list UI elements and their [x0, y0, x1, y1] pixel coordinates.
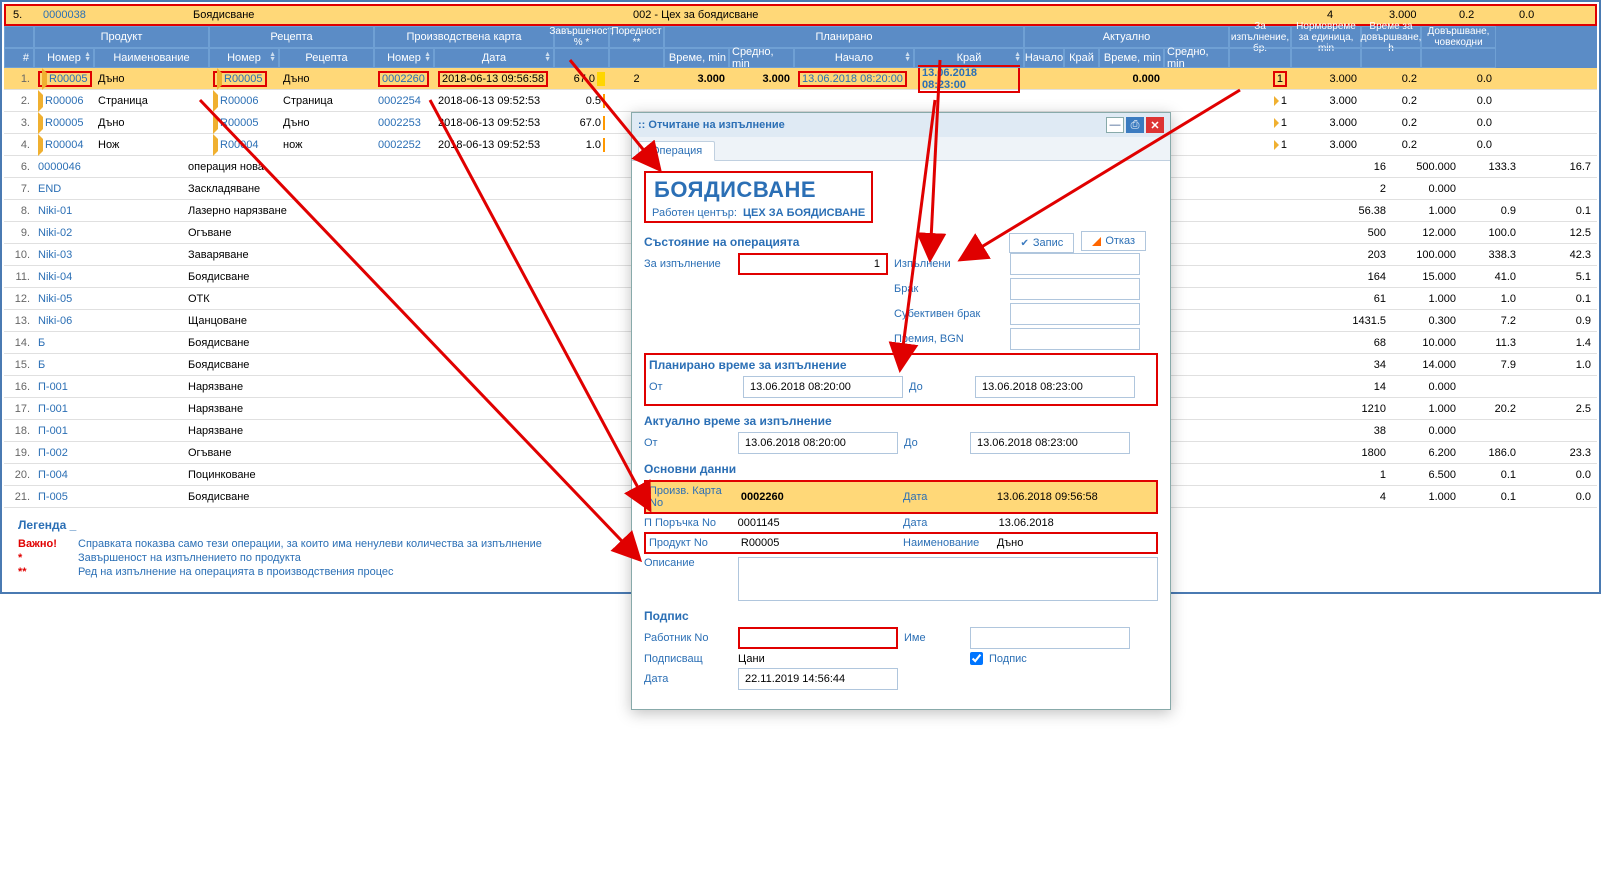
op-code-link: П-005 — [38, 491, 68, 503]
op-code-link: Niki-02 — [38, 227, 72, 239]
qty: 4 — [1324, 9, 1386, 21]
recipe-link: R00005 — [220, 117, 259, 129]
card-date: 13.06.2018 09:56:58 — [997, 491, 1153, 503]
plan-from-input[interactable] — [743, 376, 903, 398]
worker-name-input[interactable] — [970, 627, 1130, 649]
sort-icon[interactable]: ▲▼ — [269, 53, 276, 63]
close-icon[interactable]: ✕ — [1146, 117, 1164, 133]
expand-icon — [38, 134, 43, 156]
op-code-link: END — [38, 183, 61, 195]
scrap-input[interactable] — [1010, 278, 1140, 300]
act-to-input[interactable] — [970, 432, 1130, 454]
fin: 0.2 — [1456, 9, 1516, 21]
recipe-link: R00006 — [220, 95, 259, 107]
card-link: 0002254 — [378, 95, 421, 107]
product-no: R00005 — [741, 537, 897, 549]
signer-name: Цани — [738, 653, 898, 665]
description-textarea[interactable] — [738, 557, 1158, 601]
subj-scrap-input[interactable] — [1010, 303, 1140, 325]
product-name: Дъно — [997, 537, 1153, 549]
recipe-link: R00005 — [224, 73, 263, 85]
selected-operation-row[interactable]: 5. 0000038 Боядисване 002 - Цех за бояди… — [4, 4, 1597, 26]
op-code-link: 0000046 — [38, 161, 81, 173]
op-code-link: П-004 — [38, 469, 68, 481]
grid-header-row2: # Номер▲▼ Наименование Номер▲▼ Рецепта Н… — [4, 48, 1597, 68]
recipe-link: R00004 — [220, 139, 259, 151]
op-code-link: П-001 — [38, 381, 68, 393]
sort-icon[interactable]: ▲▼ — [84, 53, 91, 63]
op-code-link: П-001 — [38, 403, 68, 415]
table-row[interactable]: 2. R00006 Страница R00006 Страница 00022… — [4, 90, 1597, 112]
sort-icon[interactable]: ▲▼ — [544, 53, 551, 63]
op-code-link: Niki-01 — [38, 205, 72, 217]
for-exec-input[interactable] — [738, 253, 888, 275]
act-from-input[interactable] — [738, 432, 898, 454]
op-code-link: П-002 — [38, 447, 68, 459]
sign-checkbox[interactable] — [970, 652, 983, 665]
sign-date-input[interactable] — [738, 668, 898, 690]
op-code-link: Niki-04 — [38, 271, 72, 283]
sort-icon[interactable]: ▲▼ — [424, 53, 431, 63]
expand-icon — [38, 112, 43, 134]
expand-icon — [213, 134, 218, 156]
expand-icon — [213, 90, 218, 112]
card-no: 0002260 — [741, 491, 897, 503]
expand-icon — [38, 90, 43, 112]
norm: 3.000 — [1386, 9, 1456, 21]
product-link: R00005 — [45, 117, 84, 129]
product-link: R00005 — [49, 73, 88, 85]
bonus-input[interactable] — [1010, 328, 1140, 350]
op-code-link: Б — [38, 337, 45, 349]
op-code-link[interactable]: 0000038 — [43, 9, 86, 21]
cancel-icon — [1092, 237, 1101, 246]
order-date: 13.06.2018 — [999, 517, 1158, 529]
work-center-name: ЦЕХ ЗА БОЯДИСВАНЕ — [743, 207, 865, 219]
cancel-button[interactable]: Отказ — [1081, 231, 1146, 251]
sort-icon[interactable]: ▲▼ — [904, 53, 911, 63]
dialog-titlebar[interactable]: :: Отчитане на изпълнение — ⎙ ✕ — [632, 113, 1170, 137]
op-code-link: П-001 — [38, 425, 68, 437]
plan-to-input[interactable] — [975, 376, 1135, 398]
card-link: 0002260 — [382, 73, 425, 85]
op-code-link: Б — [38, 359, 45, 371]
operation-title: БОЯДИСВАНЕ — [652, 175, 865, 205]
expand-icon — [213, 112, 218, 134]
execution-report-dialog: :: Отчитане на изпълнение — ⎙ ✕ Операция… — [631, 112, 1171, 710]
work-center: 002 - Цех за боядисване — [630, 9, 880, 21]
mh: 0.0 — [1516, 9, 1591, 21]
dialog-title: :: Отчитане на изпълнение — [638, 119, 1104, 131]
expand-icon — [42, 68, 47, 90]
table-row[interactable]: 1. R00005 Дъно R00005 Дъно 0002260 2018-… — [4, 68, 1597, 90]
grid-header-row1: Продукт Рецепта Производствена карта Зав… — [4, 26, 1597, 48]
op-code-link: Niki-06 — [38, 315, 72, 327]
op-name: Боядисване — [190, 9, 630, 21]
save-button[interactable]: ✔Запис — [1009, 233, 1074, 253]
product-link: R00004 — [45, 139, 84, 151]
op-code-link: Niki-05 — [38, 293, 72, 305]
done-input[interactable] — [1010, 253, 1140, 275]
card-link: 0002253 — [378, 117, 421, 129]
tab-operation[interactable]: Операция — [638, 141, 715, 161]
card-link: 0002252 — [378, 139, 421, 151]
print-icon[interactable]: ⎙ — [1126, 117, 1144, 133]
sort-icon[interactable]: ▲▼ — [1014, 53, 1021, 63]
order-no: 0001145 — [738, 517, 897, 529]
worker-no-input[interactable] — [738, 627, 898, 649]
op-code-link: Niki-03 — [38, 249, 72, 261]
expand-icon — [217, 68, 222, 90]
minimize-icon[interactable]: — — [1106, 117, 1124, 133]
product-link: R00006 — [45, 95, 84, 107]
row-index: 5. — [10, 9, 40, 21]
